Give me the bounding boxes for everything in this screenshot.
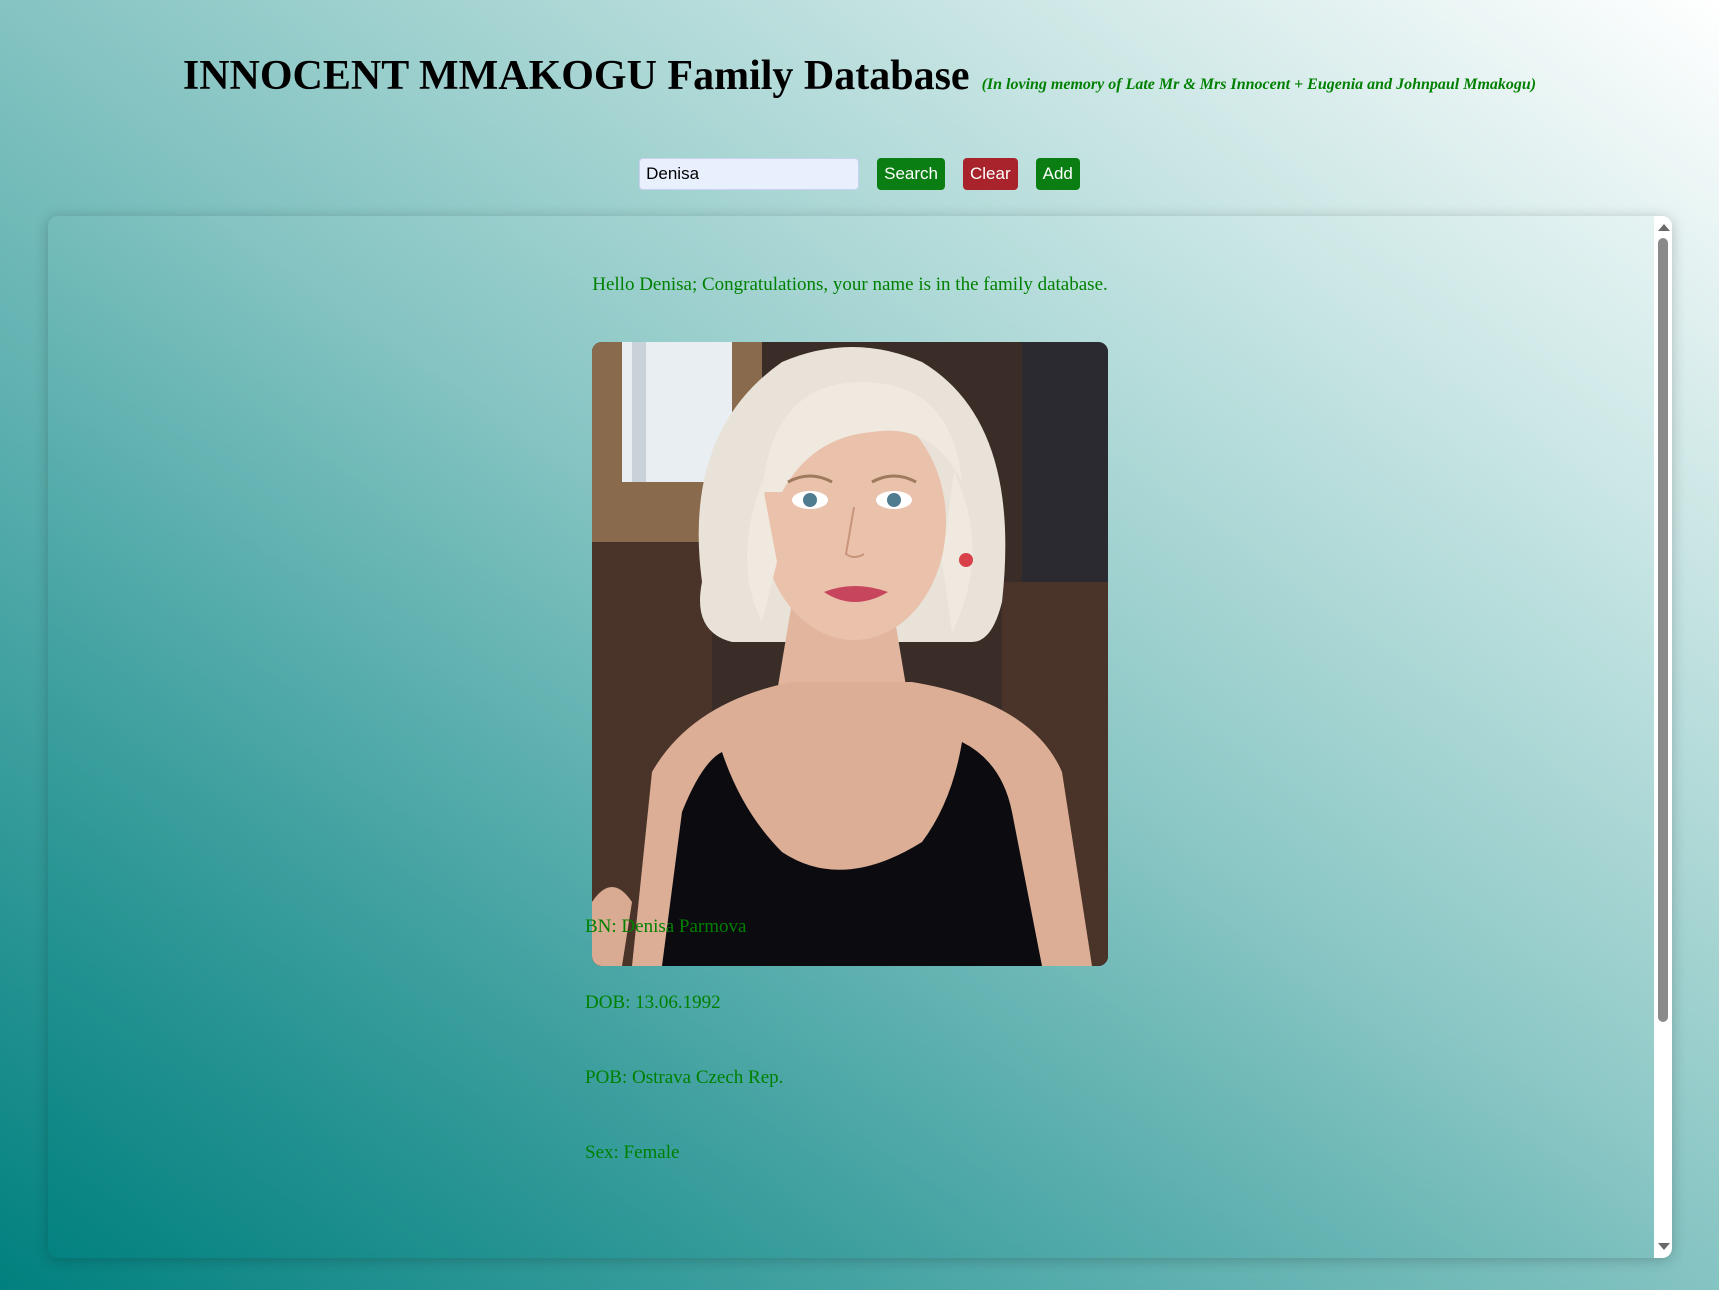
- search-button[interactable]: Search: [877, 158, 945, 190]
- result-panel: Hello Denisa; Congratulations, your name…: [48, 216, 1672, 1258]
- profile-photo-illustration: [592, 342, 1108, 966]
- place-of-birth-field: POB: Ostrava Czech Rep.: [585, 1067, 784, 1088]
- greeting-message: Hello Denisa; Congratulations, your name…: [592, 274, 1108, 295]
- vertical-scrollbar[interactable]: [1654, 216, 1672, 1258]
- date-of-birth-field: DOB: 13.06.1992: [585, 992, 721, 1013]
- scroll-up-arrow-icon[interactable]: [1658, 224, 1670, 231]
- page-header: INNOCENT MMAKOGU Family Database (In lov…: [0, 52, 1719, 100]
- birth-name-field: BN: Denisa Parmova: [585, 916, 747, 937]
- sex-field: Sex: Female: [585, 1142, 680, 1163]
- result-content: Hello Denisa; Congratulations, your name…: [48, 216, 1652, 1258]
- search-bar: Search Clear Add: [0, 158, 1719, 190]
- profile-photo: [592, 342, 1108, 966]
- scroll-down-arrow-icon[interactable]: [1658, 1243, 1670, 1250]
- clear-button[interactable]: Clear: [963, 158, 1018, 190]
- search-input[interactable]: [639, 158, 860, 190]
- add-button[interactable]: Add: [1035, 158, 1080, 190]
- scrollbar-thumb[interactable]: [1658, 238, 1668, 1022]
- page-subtitle: (In loving memory of Late Mr & Mrs Innoc…: [981, 76, 1537, 93]
- page-title: INNOCENT MMAKOGU Family Database: [182, 53, 970, 99]
